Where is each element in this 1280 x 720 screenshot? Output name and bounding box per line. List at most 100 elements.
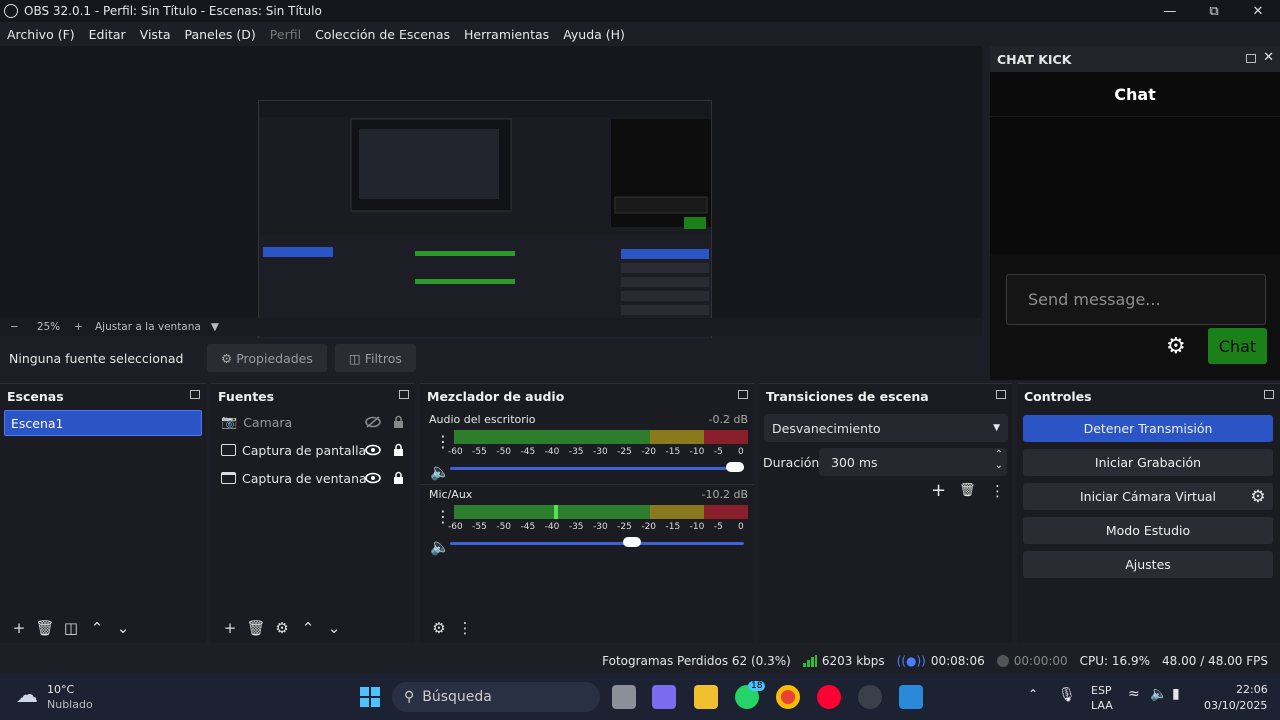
obs-taskbar-icon[interactable]	[858, 685, 882, 709]
clock-time[interactable]: 22:06	[1236, 683, 1268, 696]
scale-tick-label: -15	[665, 447, 681, 457]
source-name: Camara	[243, 414, 293, 430]
source-item[interactable]: 📷 Camara	[211, 408, 415, 436]
eye-icon[interactable]	[365, 444, 381, 456]
duration-label: Duración	[763, 455, 820, 470]
gear-icon[interactable]: ⚙	[269, 616, 295, 640]
source-item[interactable]: Captura de pantalla	[211, 436, 415, 464]
menu-file[interactable]: Archivo (F)	[7, 27, 75, 42]
lock-icon[interactable]	[393, 415, 404, 428]
move-up-icon[interactable]: ⌃	[84, 616, 110, 640]
no-source-label: Ninguna fuente seleccionad	[9, 350, 184, 366]
transition-select[interactable]: Desvanecimiento ▼	[764, 414, 1008, 442]
studio-mode-button[interactable]: Modo Estudio	[1023, 517, 1273, 544]
properties-button[interactable]: ⚙ Propiedades	[207, 344, 327, 372]
move-up-icon[interactable]: ⌃	[295, 616, 321, 640]
settings-button[interactable]: Ajustes	[1023, 551, 1273, 578]
eye-hidden-icon[interactable]	[365, 416, 381, 428]
volume-slider[interactable]	[450, 542, 744, 545]
menu-view[interactable]: Vista	[140, 27, 171, 42]
stop-stream-button[interactable]: Detener Transmisión	[1023, 415, 1273, 442]
maximize-icon[interactable]: ⧉	[1192, 0, 1236, 22]
undock-icon[interactable]	[190, 390, 200, 399]
chat-settings-gear-icon[interactable]: ⚙	[1166, 334, 1186, 359]
volume-slider[interactable]	[450, 467, 744, 470]
meter-green	[454, 505, 650, 519]
youtube-music-icon[interactable]	[817, 685, 841, 709]
virtual-cam-button[interactable]: Iniciar Cámara Virtual	[1023, 483, 1273, 510]
spin-down-icon[interactable]: ⌄	[995, 460, 1003, 471]
menu-bar: Archivo (F) Editar Vista Paneles (D) Per…	[0, 22, 1280, 46]
virtual-cam-gear-icon[interactable]: ⚙	[1243, 483, 1273, 510]
trash-icon[interactable]: 🗑	[32, 616, 58, 640]
scale-tick-label: -55	[472, 522, 487, 532]
chrome-icon[interactable]	[776, 685, 800, 709]
fit-window-label[interactable]: Ajustar a la ventana	[95, 321, 201, 333]
speaker-icon[interactable]: 🔈	[430, 462, 450, 481]
menu-profile[interactable]: Perfil	[270, 27, 301, 42]
trash-icon[interactable]: 🗑	[243, 616, 269, 640]
start-record-button[interactable]: Iniciar Grabación	[1023, 449, 1273, 476]
scene-item[interactable]: Escena1	[4, 410, 202, 436]
lock-icon[interactable]	[393, 471, 404, 484]
add-icon[interactable]: +	[931, 480, 946, 501]
tray-chevron-up-icon[interactable]: ⌃	[1028, 687, 1038, 701]
eye-icon[interactable]	[365, 472, 381, 484]
move-down-icon[interactable]: ⌄	[110, 616, 136, 640]
scenes-footer: + 🗑 ◫ ⌃ ⌄	[0, 613, 206, 643]
scale-tick-label: -5	[713, 522, 723, 532]
menu-tools[interactable]: Herramientas	[464, 27, 549, 42]
filters-button[interactable]: ◫ Filtros	[334, 344, 416, 372]
microphone-icon[interactable]: 🎙	[1058, 687, 1076, 703]
lang-line2[interactable]: LAA	[1091, 699, 1113, 712]
speaker-icon[interactable]: 🔈	[430, 537, 450, 556]
menu-scene-collection[interactable]: Colección de Escenas	[315, 27, 450, 42]
close-dock-icon[interactable]: ✕	[1263, 50, 1274, 65]
volume-slider-knob[interactable]	[623, 537, 642, 547]
add-icon[interactable]: +	[217, 616, 243, 640]
more-options-icon[interactable]: ⋮	[990, 482, 1005, 500]
undock-icon[interactable]	[1246, 54, 1256, 63]
zoom-in-button[interactable]: +	[74, 321, 83, 333]
move-down-icon[interactable]: ⌄	[321, 616, 347, 640]
file-explorer-icon[interactable]	[694, 685, 718, 709]
transitions-dock: Transiciones de escena Desvanecimiento ▼…	[759, 383, 1012, 643]
windows-start-icon[interactable]	[360, 687, 380, 707]
undock-icon[interactable]	[1264, 390, 1274, 399]
minimize-icon[interactable]: —	[1148, 0, 1192, 22]
photos-icon[interactable]	[899, 685, 923, 709]
copilot-icon[interactable]	[652, 685, 676, 709]
search-box[interactable]: ⚲ Búsqueda	[392, 682, 600, 712]
scale-tick-label: -40	[544, 522, 560, 532]
source-item[interactable]: Captura de ventana	[211, 464, 415, 492]
menu-help[interactable]: Ayuda (H)	[563, 27, 625, 42]
volume-icon[interactable]: 🔈	[1150, 686, 1167, 702]
preview-area[interactable]	[0, 46, 982, 356]
menu-docks[interactable]: Paneles (D)	[185, 27, 256, 42]
undock-icon[interactable]	[738, 390, 748, 399]
send-message-input[interactable]: Send message...	[1006, 274, 1266, 325]
zoom-out-button[interactable]: −	[10, 321, 19, 333]
close-icon[interactable]: ✕	[1236, 0, 1280, 22]
battery-icon[interactable]: ▮	[1172, 686, 1180, 702]
undock-icon[interactable]	[996, 390, 1006, 399]
chat-send-button[interactable]: Chat	[1208, 328, 1267, 364]
gear-icon[interactable]: ⚙	[426, 616, 452, 640]
trash-icon[interactable]: 🗑	[959, 483, 976, 498]
task-view-icon[interactable]	[612, 685, 636, 709]
add-icon[interactable]: +	[6, 616, 32, 640]
sources-title: Fuentes	[218, 388, 275, 404]
audio-mixer-dock: Mezclador de audio Audio del escritorio …	[420, 383, 754, 643]
more-options-icon[interactable]: ⋮	[452, 616, 478, 640]
undock-icon[interactable]	[399, 390, 409, 399]
spin-up-icon[interactable]: ⌃	[995, 449, 1003, 460]
lock-icon[interactable]	[393, 443, 404, 456]
filter-icon[interactable]: ◫	[58, 616, 84, 640]
clock-date[interactable]: 03/10/2025	[1204, 699, 1267, 712]
menu-edit[interactable]: Editar	[89, 27, 126, 42]
lang-line1[interactable]: ESP	[1091, 684, 1112, 697]
volume-slider-knob[interactable]	[726, 462, 744, 472]
wifi-icon[interactable]: ≈	[1128, 686, 1140, 702]
duration-spinbox[interactable]: 300 ms ⌃ ⌄	[819, 448, 1007, 476]
fit-dropdown-icon[interactable]: ▼	[211, 321, 219, 333]
